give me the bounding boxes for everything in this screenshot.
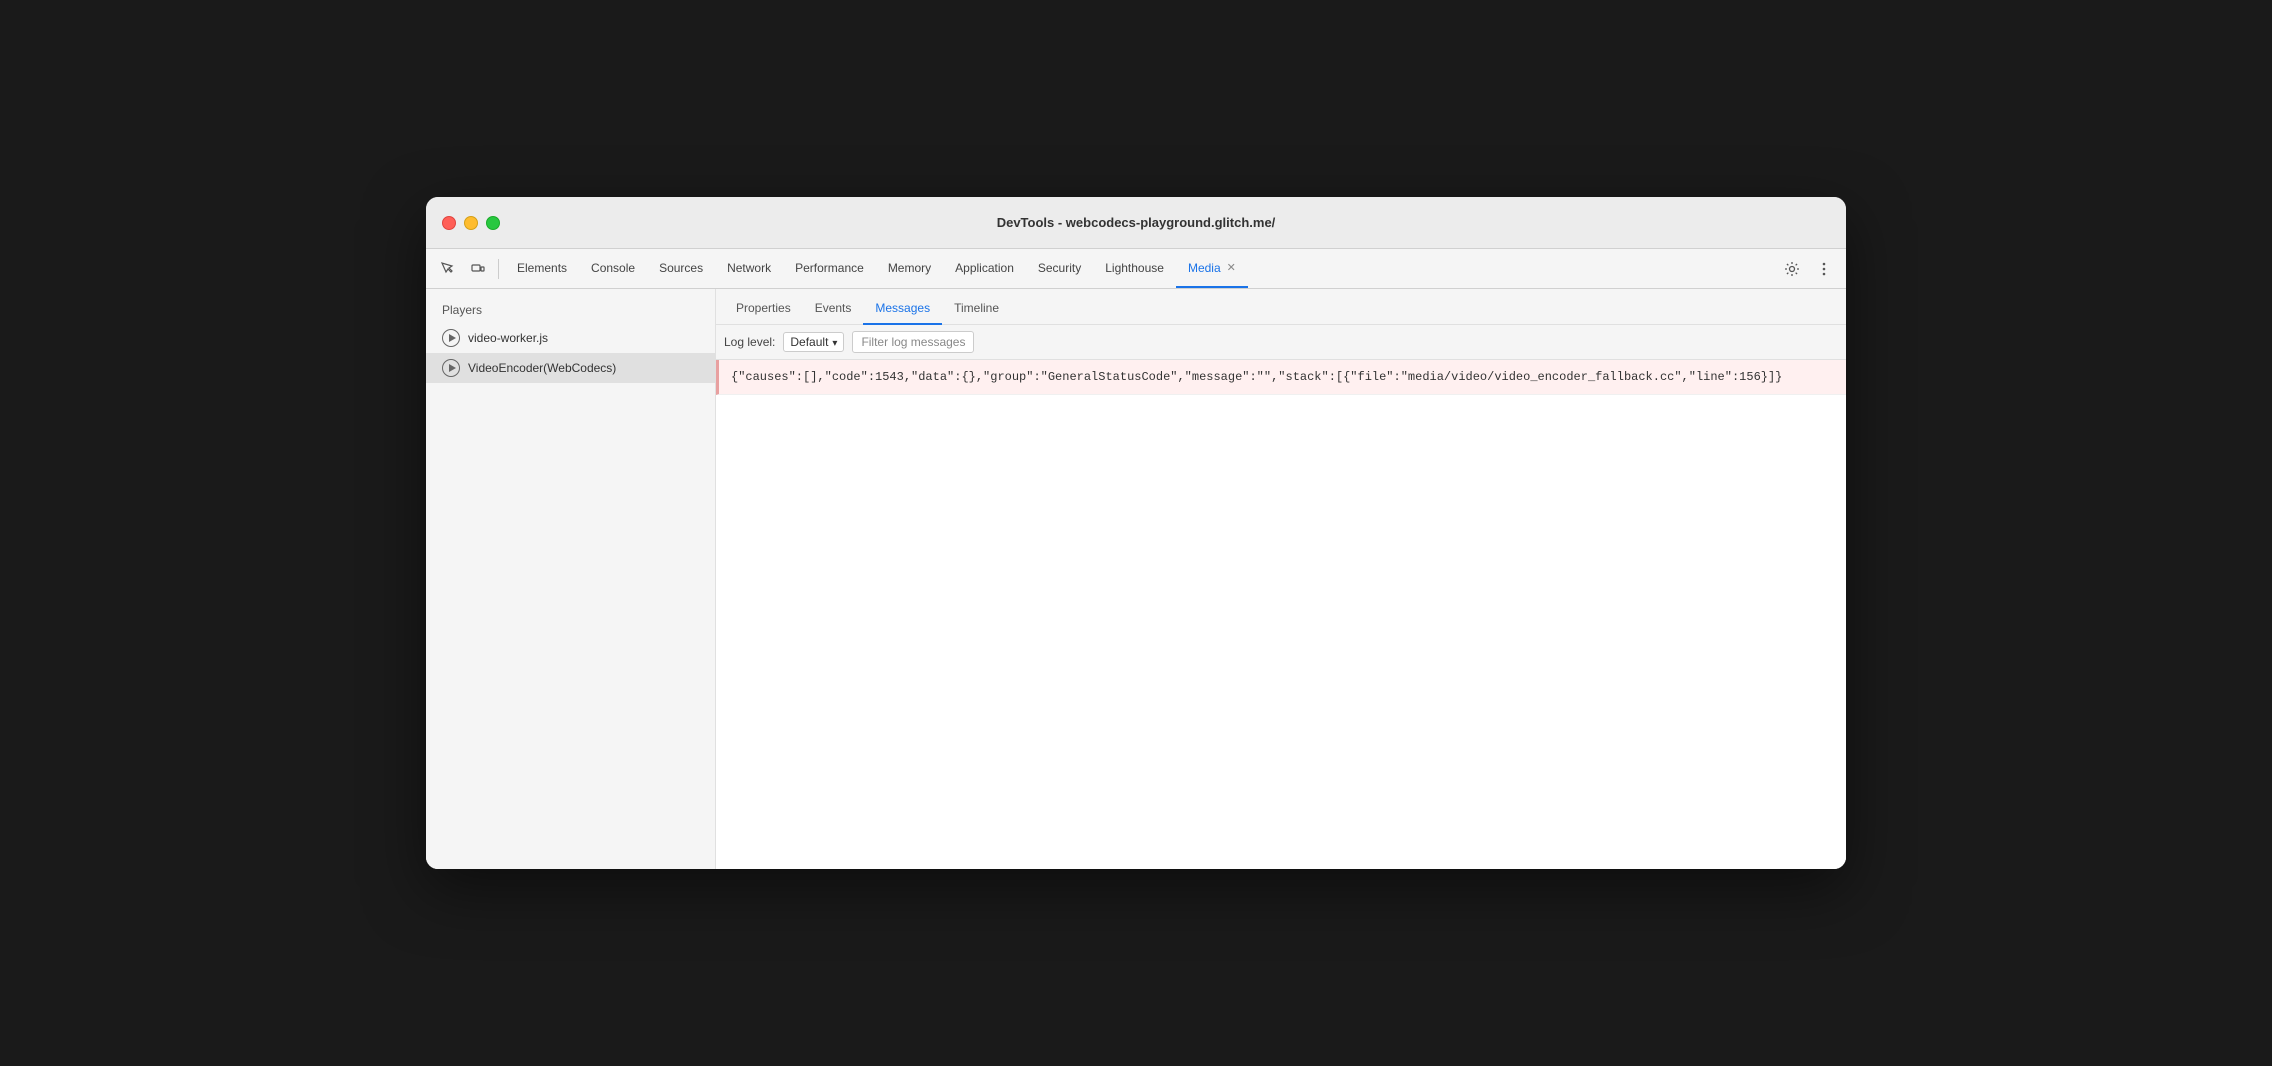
titlebar: DevTools - webcodecs-playground.glitch.m… — [426, 197, 1846, 249]
sidebar: Players video-worker.js VideoEncoder(Web… — [426, 289, 716, 869]
log-level-value: Default — [790, 335, 828, 349]
tab-events[interactable]: Events — [803, 301, 864, 325]
tab-timeline[interactable]: Timeline — [942, 301, 1011, 325]
inspector-icon[interactable] — [434, 255, 462, 283]
player-label-video-worker: video-worker.js — [468, 331, 548, 345]
messages-area: {"causes":[],"code":1543,"data":{},"grou… — [716, 360, 1846, 869]
message-text: {"causes":[],"code":1543,"data":{},"grou… — [731, 370, 1782, 384]
tab-properties[interactable]: Properties — [724, 301, 803, 325]
tab-network[interactable]: Network — [715, 249, 783, 288]
tab-media-close[interactable]: ✕ — [1227, 261, 1236, 274]
tab-sources[interactable]: Sources — [647, 249, 715, 288]
tab-security[interactable]: Security — [1026, 249, 1093, 288]
main-panel: Properties Events Messages Timeline Log … — [716, 289, 1846, 869]
maximize-button[interactable] — [486, 216, 500, 230]
minimize-button[interactable] — [464, 216, 478, 230]
tab-application[interactable]: Application — [943, 249, 1026, 288]
play-icon-video-encoder — [442, 359, 460, 377]
close-button[interactable] — [442, 216, 456, 230]
toolbar-tabs: Elements Console Sources Network Perform… — [505, 249, 1776, 288]
settings-icon[interactable] — [1778, 255, 1806, 283]
tab-performance[interactable]: Performance — [783, 249, 876, 288]
tab-elements[interactable]: Elements — [505, 249, 579, 288]
toolbar-divider — [498, 259, 499, 279]
device-toggle-icon[interactable] — [464, 255, 492, 283]
message-row: {"causes":[],"code":1543,"data":{},"grou… — [716, 360, 1846, 395]
content-area: Players video-worker.js VideoEncoder(Web… — [426, 289, 1846, 869]
tab-media[interactable]: Media ✕ — [1176, 249, 1248, 288]
window-title: DevTools - webcodecs-playground.glitch.m… — [997, 215, 1276, 230]
player-item-video-worker[interactable]: video-worker.js — [426, 323, 715, 353]
log-level-label: Log level: — [724, 335, 775, 349]
sidebar-title: Players — [426, 297, 715, 323]
more-icon[interactable] — [1810, 255, 1838, 283]
devtools-toolbar: Elements Console Sources Network Perform… — [426, 249, 1846, 289]
panel-tabs: Properties Events Messages Timeline — [716, 289, 1846, 325]
play-icon-video-worker — [442, 329, 460, 347]
player-label-video-encoder: VideoEncoder(WebCodecs) — [468, 361, 616, 375]
filter-input[interactable]: Filter log messages — [852, 331, 974, 353]
tab-lighthouse[interactable]: Lighthouse — [1093, 249, 1176, 288]
player-item-video-encoder[interactable]: VideoEncoder(WebCodecs) — [426, 353, 715, 383]
filter-placeholder: Filter log messages — [861, 335, 965, 349]
log-level-select[interactable]: Default — [783, 332, 844, 352]
log-level-chevron — [832, 335, 837, 349]
traffic-lights — [442, 216, 500, 230]
devtools-window: DevTools - webcodecs-playground.glitch.m… — [426, 197, 1846, 869]
tab-console[interactable]: Console — [579, 249, 647, 288]
toolbar-actions — [1778, 255, 1838, 283]
tab-memory[interactable]: Memory — [876, 249, 943, 288]
tab-messages[interactable]: Messages — [863, 301, 942, 325]
log-toolbar: Log level: Default Filter log messages — [716, 325, 1846, 360]
